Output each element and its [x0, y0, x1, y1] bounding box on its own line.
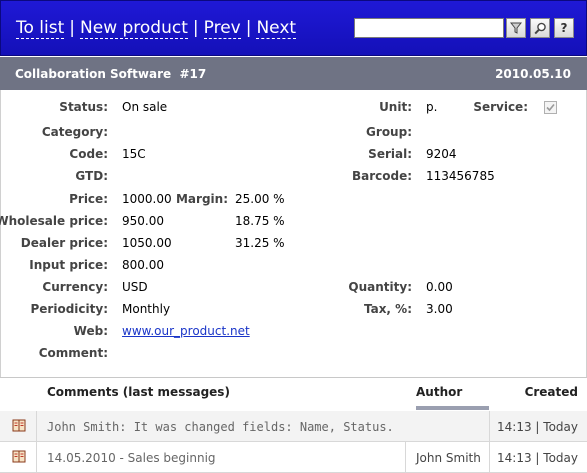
product-title: Collaboration Software #17 [15, 67, 207, 81]
dealer-margin-value: 31.25 % [235, 236, 285, 250]
serial-value: 9204 [426, 147, 457, 161]
service-label: Service: [473, 100, 528, 114]
checkmark-icon [546, 103, 555, 112]
margin-label: Margin: [175, 192, 228, 206]
quantity-label: Quantity: [348, 280, 412, 294]
comment-time-cell: 14:13 | Today [489, 411, 587, 442]
gtd-label: GTD: [75, 169, 108, 183]
unit-value: p. [426, 100, 438, 114]
barcode-label: Barcode: [351, 169, 412, 183]
code-label: Code: [69, 147, 108, 161]
comments-header-title: Comments (last messages) [47, 385, 230, 399]
product-details-form: Status: On sale Unit: p. Service: Catego… [0, 90, 587, 377]
top-navigation-bar: To list | New product | Prev | Next ? [0, 0, 587, 56]
help-icon: ? [560, 21, 568, 35]
section-divider [0, 377, 587, 378]
margin-value: 25.00 % [235, 192, 285, 206]
quantity-value: 0.00 [426, 280, 453, 294]
input-price-value: 800.00 [122, 258, 164, 272]
search-input[interactable] [354, 18, 504, 38]
to-list-link[interactable]: To list [16, 18, 65, 39]
comment-created: 14:13 | Today [497, 451, 578, 465]
serial-label: Serial: [368, 147, 412, 161]
comment-time-cell: 14:13 | Today [489, 442, 587, 473]
comment-message: John Smith: It was changed fields: Name,… [47, 420, 394, 434]
nav-separator: | [245, 18, 252, 38]
comment-row[interactable]: 14.05.2010 - Sales beginnig John Smith 1… [0, 442, 587, 473]
comment-author: John Smith [416, 451, 481, 465]
magnifier-icon [533, 22, 546, 34]
comment-icon-cell [0, 442, 37, 473]
periodicity-value: Monthly [122, 302, 171, 316]
prev-link[interactable]: Prev [203, 18, 241, 39]
tax-label: Tax, %: [363, 302, 412, 316]
comment-author-cell [405, 411, 489, 442]
comment-message: 14.05.2010 - Sales beginnig [47, 451, 216, 465]
next-link[interactable]: Next [256, 18, 297, 39]
book-icon [12, 450, 26, 463]
wholesale-price-label: Wholesale price: [0, 214, 108, 228]
nav-links: To list | New product | Prev | Next [16, 18, 297, 39]
nav-separator: | [69, 18, 76, 38]
periodicity-label: Periodicity: [30, 302, 109, 316]
comment-label: Comment: [38, 346, 108, 360]
service-checkbox[interactable] [544, 101, 557, 114]
wholesale-margin-value: 18.75 % [235, 214, 285, 228]
comment-created: 14:13 | Today [497, 420, 578, 434]
comment-icon-cell [0, 411, 37, 442]
help-button[interactable]: ? [554, 18, 574, 38]
comments-header-author: Author [416, 385, 463, 399]
web-link[interactable]: www.our_product.net [122, 324, 250, 338]
search-button[interactable] [530, 18, 550, 38]
nav-separator: | [192, 18, 199, 38]
new-product-link[interactable]: New product [80, 18, 188, 39]
price-label: Price: [69, 192, 108, 206]
filter-button[interactable] [506, 18, 526, 38]
status-label: Status: [59, 100, 108, 114]
dealer-price-value: 1050.00 [122, 236, 172, 250]
comments-header-created: Created [524, 385, 578, 399]
web-label: Web: [73, 324, 108, 338]
price-value: 1000.00 [122, 192, 172, 206]
unit-label: Unit: [379, 100, 412, 114]
barcode-value: 113456785 [426, 169, 495, 183]
dealer-price-label: Dealer price: [20, 236, 108, 250]
tax-value: 3.00 [426, 302, 453, 316]
code-value: 15C [122, 147, 146, 161]
input-price-label: Input price: [29, 258, 108, 272]
status-value: On sale [122, 100, 168, 114]
group-label: Group: [366, 125, 412, 139]
currency-label: Currency: [42, 280, 108, 294]
comment-row[interactable]: John Smith: It was changed fields: Name,… [0, 411, 587, 442]
record-title-bar: Collaboration Software #17 2010.05.10 [0, 57, 587, 90]
record-date: 2010.05.10 [495, 67, 571, 81]
currency-value: USD [122, 280, 148, 294]
author-sort-bar [416, 406, 489, 410]
category-label: Category: [41, 125, 108, 139]
filter-icon [510, 22, 522, 34]
comment-author-cell: John Smith [405, 442, 489, 473]
book-icon [12, 419, 26, 432]
wholesale-price-value: 950.00 [122, 214, 164, 228]
header-spacer [0, 406, 405, 410]
